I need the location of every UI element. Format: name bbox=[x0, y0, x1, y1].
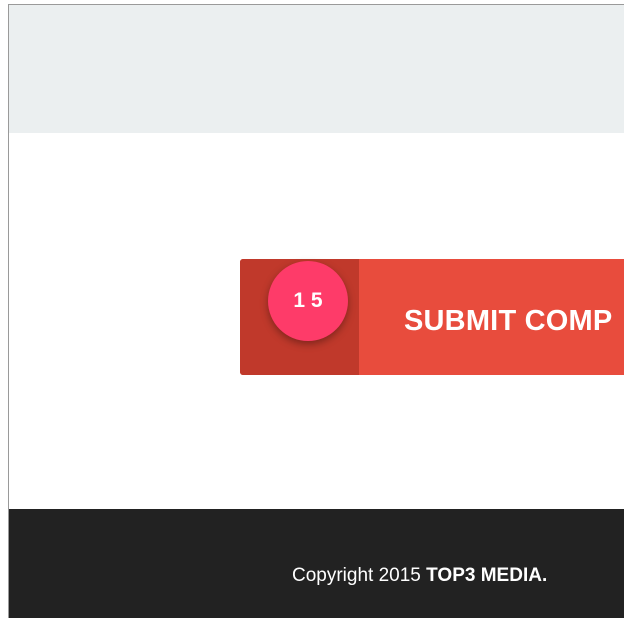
copyright-brand: TOP3 MEDIA. bbox=[426, 565, 548, 586]
copyright-prefix: Copyright 2015 bbox=[292, 565, 427, 586]
submit-button-label: SUBMIT COMP bbox=[404, 305, 613, 337]
page-frame: SUBMIT COMP 1 5 Copyright 2015 TOP3 MEDI… bbox=[8, 4, 624, 618]
top-banner bbox=[9, 5, 624, 133]
footer: Copyright 2015 TOP3 MEDIA. bbox=[9, 509, 624, 618]
copyright-text: Copyright 2015 TOP3 MEDIA. bbox=[292, 565, 547, 587]
step-number-badge: 1 5 bbox=[268, 261, 348, 341]
